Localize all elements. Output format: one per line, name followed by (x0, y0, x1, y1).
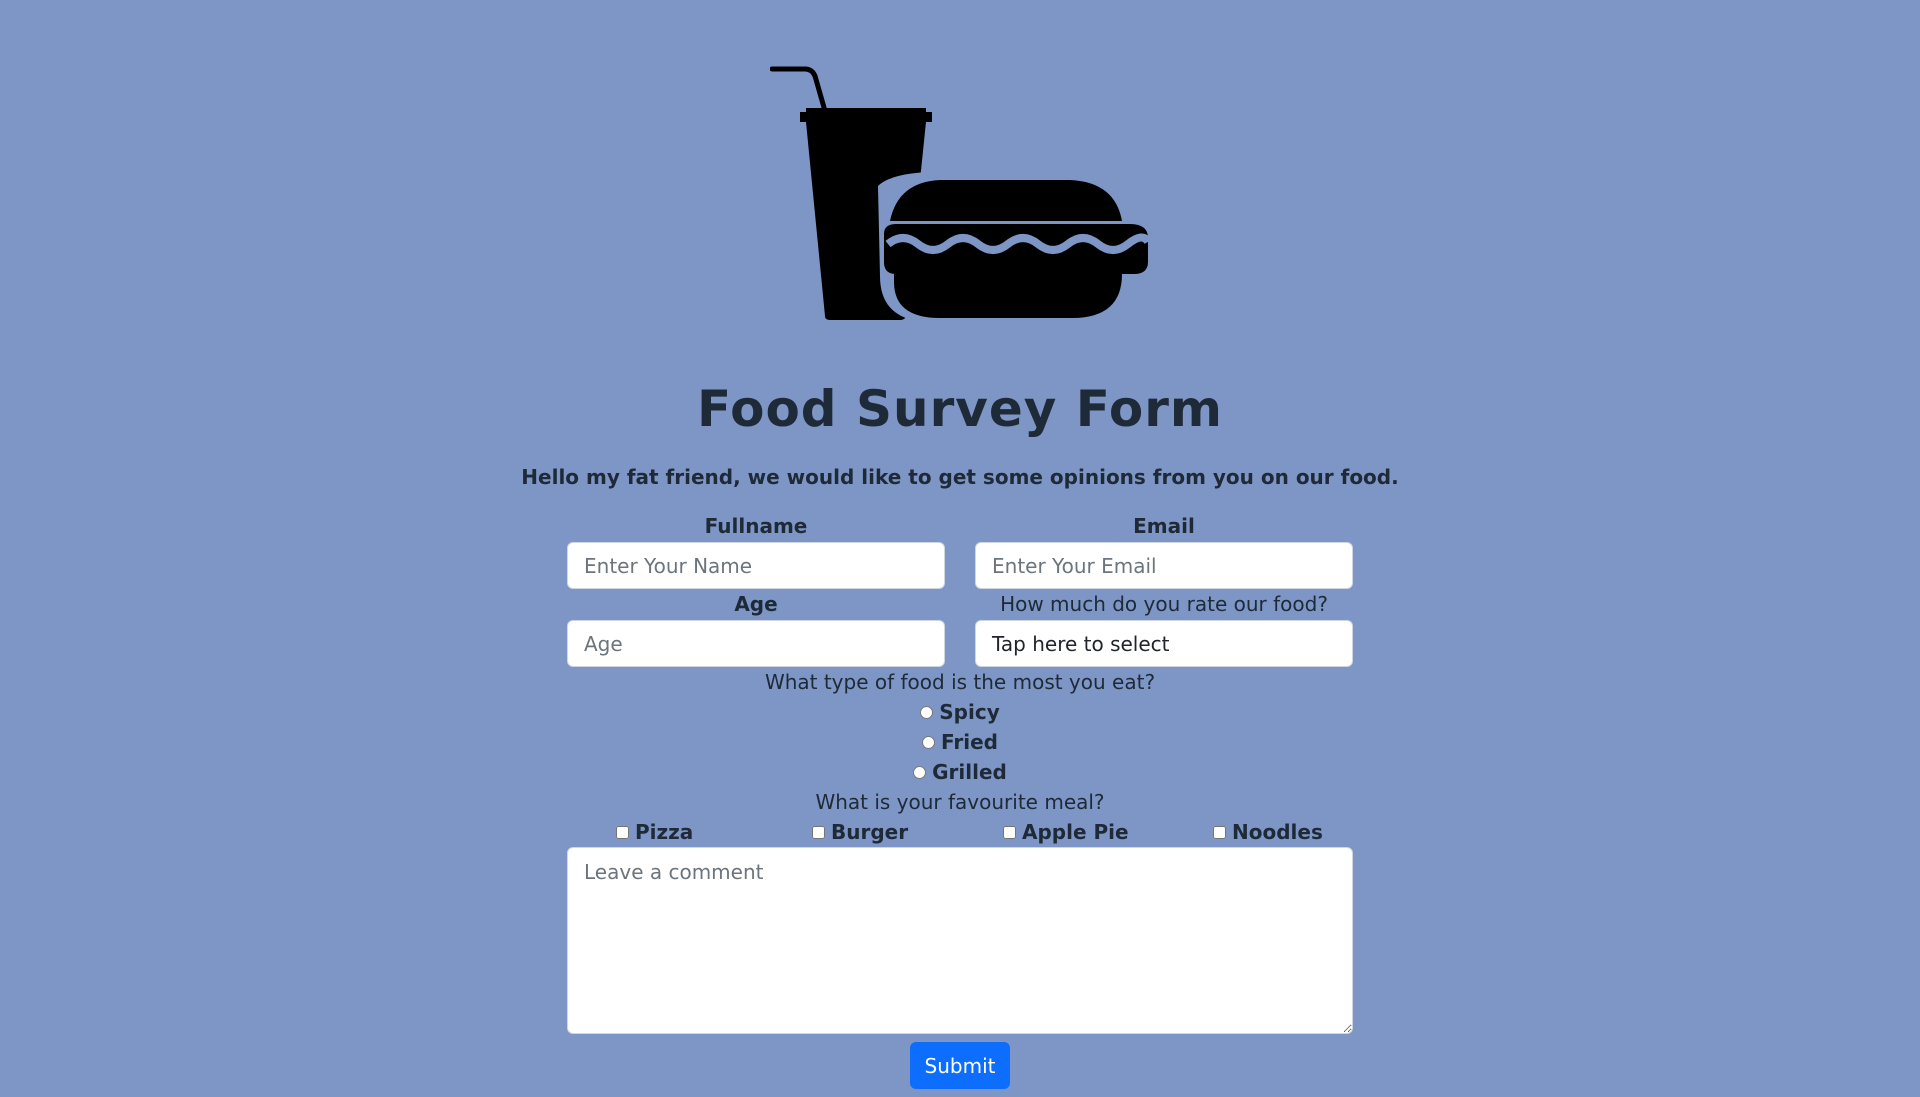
page-title: Food Survey Form (696, 380, 1224, 438)
fullname-label: Fullname (704, 514, 808, 538)
survey-page: Food Survey Form Hello my fat friend, we… (0, 0, 1920, 1097)
checkbox-pizza-input[interactable] (616, 825, 629, 839)
checkbox-burger-input[interactable] (812, 825, 825, 839)
radio-fried-input[interactable] (922, 735, 935, 749)
food-type-question: What type of food is the most you eat? (764, 670, 1156, 694)
checkbox-noodles[interactable]: Noodles (1213, 820, 1323, 844)
radio-grilled-input[interactable] (913, 765, 927, 779)
page-subtitle: Hello my fat friend, we would like to ge… (521, 465, 1399, 489)
checkbox-burger-label: Burger (831, 820, 909, 844)
checkbox-apple-pie-input[interactable] (1003, 825, 1016, 839)
fullname-input[interactable] (567, 542, 945, 589)
drink-and-hotdog-icon (770, 66, 1150, 322)
email-label: Email (1133, 514, 1195, 538)
radio-fried-label: Fried (941, 730, 998, 754)
radio-spicy[interactable]: Spicy (0, 700, 1920, 724)
radio-grilled[interactable]: Grilled (0, 760, 1920, 784)
checkbox-burger[interactable]: Burger (812, 820, 908, 844)
checkbox-apple-pie-label: Apple Pie (1022, 820, 1129, 844)
checkbox-pizza[interactable]: Pizza (616, 820, 693, 844)
checkbox-noodles-input[interactable] (1213, 825, 1226, 839)
radio-spicy-label: Spicy (939, 700, 1000, 724)
radio-spicy-input[interactable] (920, 705, 934, 719)
age-label: Age (734, 592, 778, 616)
rating-select[interactable]: Tap here to select (975, 620, 1353, 667)
radio-fried[interactable]: Fried (0, 730, 1920, 754)
comment-textarea[interactable] (567, 847, 1353, 1034)
age-input[interactable] (567, 620, 945, 667)
email-input[interactable] (975, 542, 1353, 589)
checkbox-noodles-label: Noodles (1232, 820, 1323, 844)
checkbox-pizza-label: Pizza (635, 820, 694, 844)
rating-select-value: Tap here to select (992, 631, 1170, 656)
checkbox-apple-pie[interactable]: Apple Pie (1003, 820, 1129, 844)
radio-grilled-label: Grilled (932, 760, 1007, 784)
rating-label: How much do you rate our food? (1000, 592, 1328, 616)
favourite-meal-question: What is your favourite meal? (815, 790, 1105, 814)
submit-button[interactable]: Submit (910, 1042, 1010, 1089)
